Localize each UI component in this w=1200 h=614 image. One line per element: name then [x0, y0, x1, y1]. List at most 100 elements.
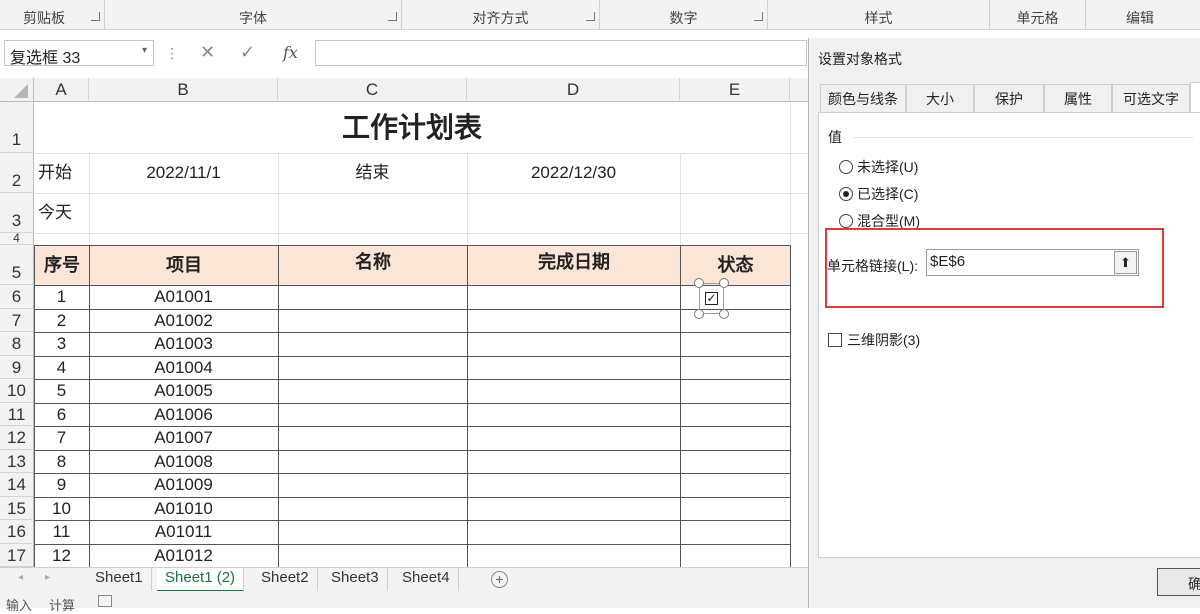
table-cell[interactable] [278, 356, 468, 380]
table-cell[interactable]: 6 [34, 403, 90, 427]
table-cell[interactable] [278, 497, 468, 521]
table-cell[interactable]: A01005 [89, 379, 279, 404]
row-header[interactable]: 7 [0, 309, 34, 332]
table-cell[interactable] [467, 426, 681, 451]
table-cell[interactable] [680, 356, 791, 380]
column-header-a[interactable]: A [34, 78, 89, 102]
start-label[interactable]: 开始 [34, 153, 89, 193]
table-cell[interactable]: A01007 [89, 426, 279, 451]
table-cell[interactable] [278, 285, 468, 310]
three-d-shading-checkbox[interactable]: 三维阴影(3) [828, 330, 920, 350]
table-cell[interactable] [467, 450, 681, 474]
row-header[interactable]: 17 [0, 544, 34, 567]
table-cell[interactable] [680, 426, 791, 451]
cell-link-input[interactable]: $E$6 [926, 249, 1139, 276]
table-cell[interactable] [680, 403, 791, 427]
row-header[interactable]: 4 [0, 232, 34, 245]
start-date[interactable]: 2022/11/1 [89, 153, 278, 193]
table-cell[interactable]: A01003 [89, 332, 279, 357]
table-cell[interactable] [467, 356, 681, 380]
column-header-d[interactable]: D [467, 78, 680, 102]
table-cell[interactable] [680, 520, 791, 545]
column-header-e[interactable]: E [680, 78, 790, 102]
today-label[interactable]: 今天 [34, 193, 89, 233]
table-cell[interactable] [278, 332, 468, 357]
table-cell[interactable] [467, 332, 681, 357]
table-cell[interactable] [680, 497, 791, 521]
row-header[interactable]: 9 [0, 356, 34, 379]
dialog-launcher-icon[interactable] [754, 12, 763, 21]
table-cell[interactable] [467, 309, 681, 333]
table-cell[interactable] [278, 450, 468, 474]
tab-alt-text[interactable]: 可选文字 [1112, 84, 1190, 112]
table-cell[interactable]: 10 [34, 497, 90, 521]
table-cell[interactable]: A01010 [89, 497, 279, 521]
table-cell[interactable]: A01002 [89, 309, 279, 333]
dialog-launcher-icon[interactable] [586, 12, 595, 21]
table-cell[interactable]: A01006 [89, 403, 279, 427]
table-cell[interactable] [680, 332, 791, 357]
row-header[interactable]: 6 [0, 285, 34, 309]
sheet-tab[interactable]: Sheet2 [253, 568, 318, 592]
table-cell[interactable]: A01011 [89, 520, 279, 545]
column-header-c[interactable]: C [278, 78, 467, 102]
row-header[interactable]: 11 [0, 403, 34, 426]
tab-colors-lines[interactable]: 颜色与线条 [820, 84, 906, 112]
row-header[interactable]: 13 [0, 450, 34, 473]
sheet-tab[interactable]: Sheet1 [87, 568, 152, 592]
tab-size[interactable]: 大小 [906, 84, 974, 112]
tab-properties[interactable]: 属性 [1044, 84, 1112, 112]
tab-control[interactable] [1190, 82, 1200, 112]
table-cell[interactable]: A01004 [89, 356, 279, 380]
row-header[interactable]: 3 [0, 193, 34, 233]
table-cell[interactable] [278, 473, 468, 498]
table-cell[interactable]: A01009 [89, 473, 279, 498]
formula-input[interactable] [315, 40, 807, 66]
row-header[interactable]: 2 [0, 153, 34, 193]
table-cell[interactable] [467, 497, 681, 521]
row-header[interactable]: 15 [0, 497, 34, 520]
row-header[interactable]: 1 [0, 102, 34, 153]
insert-function-icon[interactable]: fx [283, 43, 298, 62]
cancel-icon[interactable]: ✕ [200, 42, 215, 63]
table-cell[interactable]: 3 [34, 332, 90, 357]
table-cell[interactable]: 4 [34, 356, 90, 380]
scroll-left-icon[interactable]: ◂ [18, 572, 23, 583]
table-cell[interactable] [467, 379, 681, 404]
dialog-launcher-icon[interactable] [91, 12, 100, 21]
name-box[interactable]: 复选框 33 ▾ [4, 40, 154, 67]
resize-handle-icon[interactable] [719, 278, 729, 288]
table-cell[interactable] [680, 473, 791, 498]
row-header[interactable]: 5 [0, 245, 34, 285]
table-cell[interactable]: 12 [34, 544, 90, 568]
chevron-down-icon[interactable]: ▾ [142, 45, 147, 56]
sheet-tab[interactable]: Sheet4 [394, 568, 459, 592]
resize-handle-icon[interactable] [694, 278, 704, 288]
scroll-right-icon[interactable]: ▸ [45, 572, 50, 583]
column-header-f[interactable] [790, 78, 808, 102]
table-cell[interactable]: 5 [34, 379, 90, 404]
table-header[interactable]: 序号 [34, 245, 90, 286]
sheet-title[interactable]: 工作计划表 [34, 108, 790, 148]
table-cell[interactable] [680, 379, 791, 404]
tab-protection[interactable]: 保护 [974, 84, 1044, 112]
table-cell[interactable] [467, 285, 681, 310]
row-header[interactable]: 10 [0, 379, 34, 403]
table-cell[interactable] [680, 450, 791, 474]
table-cell[interactable] [467, 544, 681, 568]
collapse-dialog-icon[interactable]: ⬆ [1114, 251, 1137, 274]
table-cell[interactable] [680, 544, 791, 568]
table-cell[interactable] [680, 285, 791, 310]
radio-checked-option[interactable]: 已选择(C) [839, 184, 918, 204]
table-cell[interactable] [467, 403, 681, 427]
macro-record-icon[interactable] [98, 595, 112, 607]
sheet-tab-active[interactable]: Sheet1 (2) [157, 568, 245, 592]
table-header[interactable]: 项目 [89, 245, 279, 286]
table-cell[interactable]: 11 [34, 520, 90, 545]
table-cell[interactable] [278, 309, 468, 333]
resize-handle-icon[interactable] [694, 309, 704, 319]
end-label[interactable]: 结束 [278, 153, 467, 193]
select-all-corner[interactable] [0, 78, 34, 102]
add-sheet-icon[interactable]: + [491, 571, 508, 588]
table-header[interactable]: 名称 [278, 245, 468, 286]
